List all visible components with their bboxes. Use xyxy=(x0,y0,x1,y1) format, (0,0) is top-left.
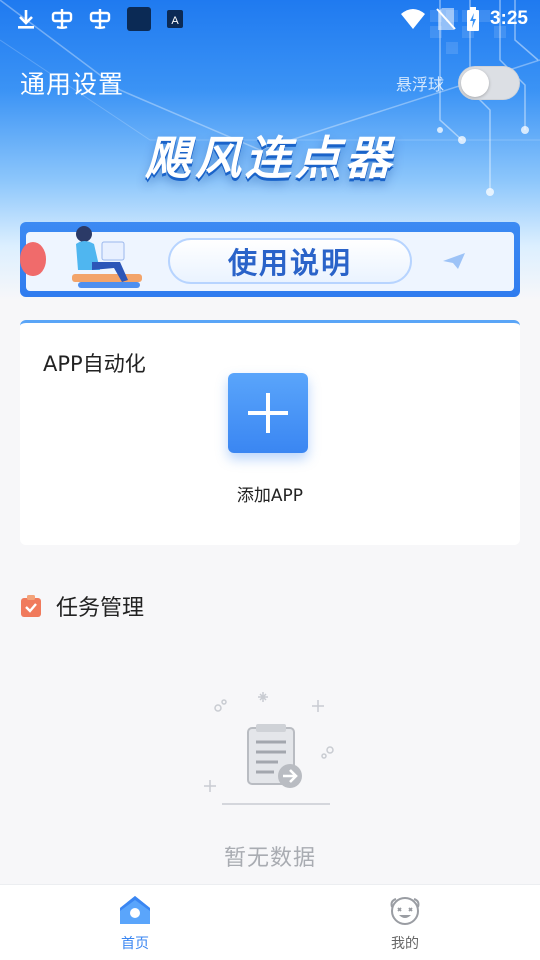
empty-state-illustration xyxy=(190,680,350,830)
toggle-knob xyxy=(461,69,489,97)
bottom-navigation: 首页 我的 xyxy=(0,884,540,960)
brand-logo-text: 飓风连点器 xyxy=(145,131,395,185)
clock-time: 3:25 xyxy=(489,8,528,29)
top-bar: 通用设置 悬浮球 xyxy=(20,62,520,104)
home-icon xyxy=(120,896,150,924)
square-icon xyxy=(126,6,152,32)
download-icon xyxy=(16,8,36,30)
no-sim-icon xyxy=(436,7,456,31)
bug-icon xyxy=(50,7,74,31)
empty-state-text: 暂无数据 xyxy=(223,846,316,871)
float-ball-label: 悬浮球 xyxy=(395,75,444,94)
svg-text:A: A xyxy=(171,15,179,27)
banner-pill: 使用说明 xyxy=(168,238,412,284)
bug-icon xyxy=(88,7,112,31)
add-app-button[interactable] xyxy=(228,373,308,453)
instructions-banner[interactable]: 使用说明 xyxy=(20,222,520,297)
paper-plane-icon xyxy=(443,253,465,269)
balloon-icon xyxy=(20,242,46,276)
float-ball-toggle[interactable] xyxy=(458,66,520,100)
app-automation-title: APP自动化 xyxy=(43,352,146,376)
status-bar: A 3:25 xyxy=(0,0,540,38)
wifi-icon xyxy=(400,8,426,30)
float-ball-setting: 悬浮球 xyxy=(396,66,520,100)
nav-item-mine[interactable]: 我的 xyxy=(345,893,465,953)
task-management-header: 任务管理 xyxy=(20,590,144,622)
nav-label-mine: 我的 xyxy=(391,936,419,952)
profile-face-icon xyxy=(390,897,420,925)
banner-text: 使用说明 xyxy=(227,246,352,280)
task-management-title: 任务管理 xyxy=(56,596,145,621)
clipboard-check-icon xyxy=(20,594,42,618)
app-automation-card: APP自动化 添加APP xyxy=(20,320,520,545)
nav-item-home[interactable]: 首页 xyxy=(75,893,195,953)
battery-charging-icon xyxy=(466,7,480,31)
empty-document-icon xyxy=(204,692,334,805)
nav-label-home: 首页 xyxy=(121,936,149,952)
page-title: 通用设置 xyxy=(20,70,125,99)
person-reading-illustration xyxy=(72,226,142,288)
add-app-label: 添加APP xyxy=(236,486,304,506)
translate-a-icon: A xyxy=(166,9,184,29)
